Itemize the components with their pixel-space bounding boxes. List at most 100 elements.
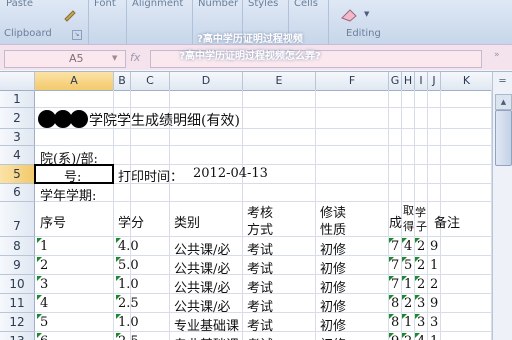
clear-eraser-icon[interactable] [340, 8, 362, 22]
row-study[interactable]: 初修 [320, 334, 346, 340]
row-score-j[interactable]: 9 [430, 239, 438, 254]
header-get[interactable]: 取 [403, 202, 414, 218]
name-box[interactable]: A5 [4, 50, 126, 68]
vertical-scrollbar[interactable]: ═ ▲ [492, 72, 512, 340]
header-get-2[interactable]: 得 [403, 218, 414, 234]
row-header-9[interactable]: 9 [0, 256, 35, 275]
error-indicator-icon [116, 314, 121, 319]
row-header-7[interactable]: 7 [0, 202, 35, 237]
error-indicator-icon [402, 295, 407, 300]
error-indicator-icon [116, 295, 121, 300]
column-header-h[interactable]: H [402, 72, 415, 91]
font-group-label[interactable]: Font [94, 0, 116, 9]
cells-group-label[interactable]: Cells [294, 0, 318, 9]
row-score-j[interactable]: 9 [430, 296, 438, 311]
row-score-j[interactable]: 1 [430, 258, 438, 273]
scroll-thumb[interactable] [495, 110, 512, 166]
scroll-up-button[interactable]: ▲ [495, 94, 512, 110]
column-header-k[interactable]: K [441, 72, 492, 91]
row-header-10[interactable]: 10 [0, 275, 35, 294]
error-indicator-icon [116, 276, 121, 281]
row-category[interactable]: 公共课/必 [174, 277, 244, 296]
column-header-a[interactable]: A [35, 72, 114, 91]
chevron-down-icon[interactable]: ▼ [112, 54, 117, 62]
error-indicator-icon [389, 333, 394, 338]
row-exam[interactable]: 考试 [247, 334, 273, 340]
row-study[interactable]: 初修 [320, 239, 346, 258]
styles-group-label[interactable]: Styles [248, 0, 278, 9]
row-header-12[interactable]: 12 [0, 313, 35, 332]
row-exam[interactable]: 考试 [247, 239, 273, 258]
header-learn-2[interactable]: 子 [416, 218, 427, 234]
error-indicator-icon [415, 333, 420, 338]
overlay-line-1: ?高中学历证明过程视频 [197, 34, 303, 45]
row-header-5[interactable]: 5 [0, 165, 35, 184]
row-exam[interactable]: 考试 [247, 296, 273, 315]
row-credit[interactable]: 1.0 [118, 315, 139, 330]
select-all-corner[interactable] [0, 72, 35, 91]
clipboard-group-label: Clipboard [4, 28, 52, 39]
expand-formula-icon[interactable]: » [494, 50, 500, 60]
header-seq[interactable]: 序号 [40, 212, 66, 231]
row-category[interactable]: 专业基础课 [174, 334, 244, 340]
header-note[interactable]: 备注 [434, 212, 460, 231]
row-category[interactable]: 公共课/必 [174, 258, 244, 277]
row-exam[interactable]: 考试 [247, 258, 273, 277]
row-header-3[interactable]: 3 [0, 129, 35, 146]
term-label[interactable]: 学年学期: [40, 185, 96, 204]
column-header-e[interactable]: E [243, 72, 316, 91]
row-credit[interactable]: 4.0 [118, 239, 139, 254]
column-header-c[interactable]: C [131, 72, 170, 91]
header-score[interactable]: 成 [389, 212, 402, 231]
row-credit[interactable]: 2.5 [118, 334, 139, 340]
column-header-j[interactable]: J [428, 72, 441, 91]
error-indicator-icon [402, 238, 407, 243]
spreadsheet-grid[interactable]: A B C D E F G H I J K 1 2 3 4 5 6 7 8 9 … [0, 72, 492, 340]
row-category[interactable]: 专业基础课 [174, 315, 244, 334]
column-header-b[interactable]: B [114, 72, 131, 91]
header-category[interactable]: 类别 [174, 212, 200, 231]
column-header-g[interactable]: G [389, 72, 402, 91]
alignment-group-label[interactable]: Alignment [132, 0, 183, 9]
row-score-j[interactable]: 2 [430, 277, 438, 292]
number-label[interactable]: 号: [64, 166, 81, 185]
row-header-6[interactable]: 6 [0, 184, 35, 202]
print-date[interactable]: 2012-04-13 [193, 166, 268, 181]
row-score-j[interactable]: 3 [430, 315, 438, 330]
row-credit[interactable]: 2.5 [118, 296, 139, 311]
format-painter-icon[interactable] [62, 6, 78, 22]
overlay-line-2: ?高中学历证明过程视频怎么弄? [179, 51, 321, 62]
row-study[interactable]: 初修 [320, 315, 346, 334]
column-header-d[interactable]: D [170, 72, 243, 91]
print-time-label[interactable]: 打印时间： [118, 166, 183, 185]
row-header-2[interactable]: 2 [0, 108, 35, 129]
header-credit[interactable]: 学分 [118, 212, 144, 231]
sheet-title[interactable]: 学院学生成绩明细(有效) [89, 110, 240, 130]
split-handle-icon[interactable]: ═ [495, 76, 510, 88]
row-exam[interactable]: 考试 [247, 315, 273, 334]
row-category[interactable]: 公共课/必 [174, 239, 244, 258]
paste-button[interactable]: Paste [6, 0, 33, 9]
error-indicator-icon [389, 295, 394, 300]
row-header-1[interactable]: 1 [0, 91, 35, 108]
column-header-f[interactable]: F [316, 72, 389, 91]
row-header-8[interactable]: 8 [0, 237, 35, 256]
clipboard-launcher-icon[interactable]: ↘ [72, 30, 82, 40]
row-header-4[interactable]: 4 [0, 146, 35, 165]
row-header-11[interactable]: 11 [0, 294, 35, 313]
row-category[interactable]: 公共课/必 [174, 296, 244, 315]
row-exam[interactable]: 考试 [247, 277, 273, 296]
row-study[interactable]: 初修 [320, 296, 346, 315]
row-study[interactable]: 初修 [320, 258, 346, 277]
row-credit[interactable]: 5.0 [118, 258, 139, 273]
error-indicator-icon [389, 276, 394, 281]
column-header-i[interactable]: I [415, 72, 428, 91]
header-exam-2[interactable]: 方式 [247, 219, 273, 238]
row-score-j[interactable]: 1 [430, 334, 438, 340]
row-header-13[interactable]: 13 [0, 332, 35, 340]
header-study-2[interactable]: 性质 [320, 219, 346, 238]
chevron-down-icon[interactable]: ▼ [364, 10, 369, 18]
row-credit[interactable]: 1.0 [118, 277, 139, 292]
number-group-label[interactable]: Number [198, 0, 238, 9]
row-study[interactable]: 初修 [320, 277, 346, 296]
